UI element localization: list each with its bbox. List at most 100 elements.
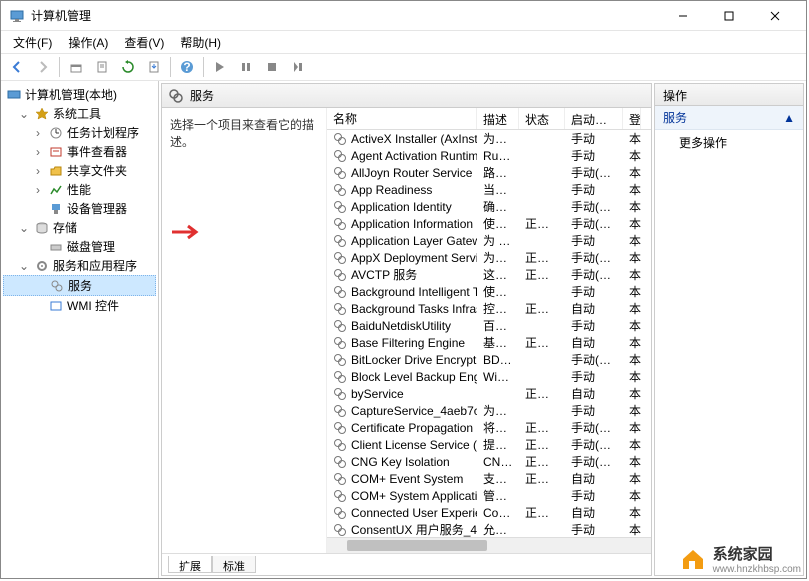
help-button[interactable]: ?: [175, 55, 199, 79]
up-button[interactable]: [64, 55, 88, 79]
actions-section[interactable]: 服务▲: [655, 106, 803, 130]
tree-system-tools[interactable]: ⌄系统工具: [3, 104, 156, 123]
service-icon: [333, 455, 347, 469]
stop-service-button[interactable]: [260, 55, 284, 79]
service-logon: 本: [623, 504, 641, 521]
service-row[interactable]: Certificate Propagation将用 ...正在 ...手动(触发…: [327, 419, 651, 436]
horizontal-scrollbar[interactable]: [327, 537, 651, 553]
service-startup: 手动(触发...: [565, 351, 623, 368]
service-row[interactable]: AppX Deployment Service ...为部 ...正在 ...手…: [327, 249, 651, 266]
restart-service-button[interactable]: [286, 55, 310, 79]
col-name[interactable]: 名称: [327, 108, 477, 129]
service-row[interactable]: Application Information使用 ...正在 ...手动(触发…: [327, 215, 651, 232]
service-row[interactable]: COM+ Event System支持 ...正在 ...自动本: [327, 470, 651, 487]
service-row[interactable]: AVCTP 服务这是 ...正在 ...手动(触发...本: [327, 266, 651, 283]
start-service-button[interactable]: [208, 55, 232, 79]
service-icon: [333, 438, 347, 452]
service-desc: 为部 ...: [477, 249, 519, 266]
service-row[interactable]: AllJoyn Router Service路由 ...手动(触发...本: [327, 164, 651, 181]
tree-shared-folders[interactable]: ›共享文件夹: [3, 161, 156, 180]
titlebar: 计算机管理: [1, 1, 806, 31]
service-desc: 当用 ...: [477, 181, 519, 198]
menu-help[interactable]: 帮助(H): [174, 32, 227, 53]
service-row[interactable]: byService正在 ...自动本: [327, 385, 651, 402]
service-row[interactable]: COM+ System Application管理 ...手动本: [327, 487, 651, 504]
service-startup: 手动: [565, 317, 623, 334]
col-desc[interactable]: 描述: [477, 108, 519, 129]
properties-button[interactable]: [90, 55, 114, 79]
service-startup: 手动: [565, 368, 623, 385]
tree-performance[interactable]: ›性能: [3, 180, 156, 199]
watermark-icon: [679, 545, 707, 573]
service-desc: Runt...: [477, 149, 519, 163]
tree-root[interactable]: 计算机管理(本地): [3, 85, 156, 104]
description-hint: 选择一个项目来查看它的描述。: [170, 118, 314, 149]
service-icon: [333, 353, 347, 367]
col-startup[interactable]: 启动类型: [565, 108, 623, 129]
services-list[interactable]: ActiveX Installer (AxInstSV)为从 ...手动本Age…: [327, 130, 651, 537]
service-icon: [333, 251, 347, 265]
service-row[interactable]: Client License Service (Clip...提供 ...正在 …: [327, 436, 651, 453]
service-desc: 为调 ...: [477, 402, 519, 419]
forward-button[interactable]: [31, 55, 55, 79]
service-row[interactable]: App Readiness当用 ...手动本: [327, 181, 651, 198]
service-desc: 为 In...: [477, 232, 519, 249]
service-row[interactable]: Application Layer Gateway ...为 In...手动本: [327, 232, 651, 249]
menu-action[interactable]: 操作(A): [62, 32, 114, 53]
service-row[interactable]: Base Filtering Engine基本 ...正在 ...自动本: [327, 334, 651, 351]
menu-file[interactable]: 文件(F): [7, 32, 58, 53]
service-row[interactable]: ConsentUX 用户服务_4aeb...允许 ...手动本: [327, 521, 651, 537]
action-more[interactable]: 更多操作: [655, 130, 803, 155]
tree-storage[interactable]: ⌄存储: [3, 218, 156, 237]
service-icon: [333, 489, 347, 503]
tab-extended[interactable]: 扩展: [168, 556, 212, 573]
col-logon[interactable]: 登: [623, 108, 641, 129]
tree-event-viewer[interactable]: ›事件查看器: [3, 142, 156, 161]
tree-services[interactable]: 服务: [3, 275, 156, 296]
service-desc: 基本 ...: [477, 334, 519, 351]
export-button[interactable]: [142, 55, 166, 79]
tree-view[interactable]: 计算机管理(本地) ⌄系统工具 ›任务计划程序 ›事件查看器 ›共享文件夹 ›性…: [1, 81, 159, 578]
refresh-button[interactable]: [116, 55, 140, 79]
service-name: AVCTP 服务: [351, 266, 417, 283]
service-row[interactable]: Application Identity确定 ...手动(触发...本: [327, 198, 651, 215]
service-row[interactable]: BitLocker Drive Encryption ...BDE...手动(触…: [327, 351, 651, 368]
pause-service-button[interactable]: [234, 55, 258, 79]
tree-task-scheduler[interactable]: ›任务计划程序: [3, 123, 156, 142]
service-icon: [333, 523, 347, 537]
service-logon: 本: [623, 521, 641, 537]
service-status: 正在 ...: [519, 300, 565, 317]
service-logon: 本: [623, 283, 641, 300]
service-startup: 手动(触发...: [565, 436, 623, 453]
service-row[interactable]: CNG Key IsolationCNG ...正在 ...手动(触发...本: [327, 453, 651, 470]
service-icon: [333, 302, 347, 316]
tree-device-manager[interactable]: 设备管理器: [3, 199, 156, 218]
service-desc: 这是 ...: [477, 266, 519, 283]
service-row[interactable]: Agent Activation Runtime ...Runt...手动本: [327, 147, 651, 164]
service-icon: [333, 421, 347, 435]
gear-icon: [168, 88, 184, 104]
tree-wmi[interactable]: WMI 控件: [3, 296, 156, 315]
service-name: Application Layer Gateway ...: [351, 234, 477, 248]
service-logon: 本: [623, 249, 641, 266]
service-row[interactable]: Connected User Experienc...Con...正在 ...自…: [327, 504, 651, 521]
service-row[interactable]: BaiduNetdiskUtility百度 ...手动本: [327, 317, 651, 334]
tree-services-apps[interactable]: ⌄服务和应用程序: [3, 256, 156, 275]
service-row[interactable]: ActiveX Installer (AxInstSV)为从 ...手动本: [327, 130, 651, 147]
service-row[interactable]: Background Intelligent Tra...使用 ...手动本: [327, 283, 651, 300]
service-row[interactable]: Background Tasks Infrastru...控制 ...正在 ..…: [327, 300, 651, 317]
menu-view[interactable]: 查看(V): [118, 32, 170, 53]
maximize-button[interactable]: [706, 1, 752, 31]
minimize-button[interactable]: [660, 1, 706, 31]
service-startup: 手动: [565, 487, 623, 504]
tree-disk-management[interactable]: 磁盘管理: [3, 237, 156, 256]
service-row[interactable]: CaptureService_4aeb7ca为调 ...手动本: [327, 402, 651, 419]
service-logon: 本: [623, 368, 641, 385]
col-status[interactable]: 状态: [519, 108, 565, 129]
service-startup: 手动(触发...: [565, 164, 623, 181]
service-startup: 自动: [565, 385, 623, 402]
close-button[interactable]: [752, 1, 798, 31]
tab-standard[interactable]: 标准: [212, 556, 256, 573]
back-button[interactable]: [5, 55, 29, 79]
service-row[interactable]: Block Level Backup Engine ...Win...手动本: [327, 368, 651, 385]
